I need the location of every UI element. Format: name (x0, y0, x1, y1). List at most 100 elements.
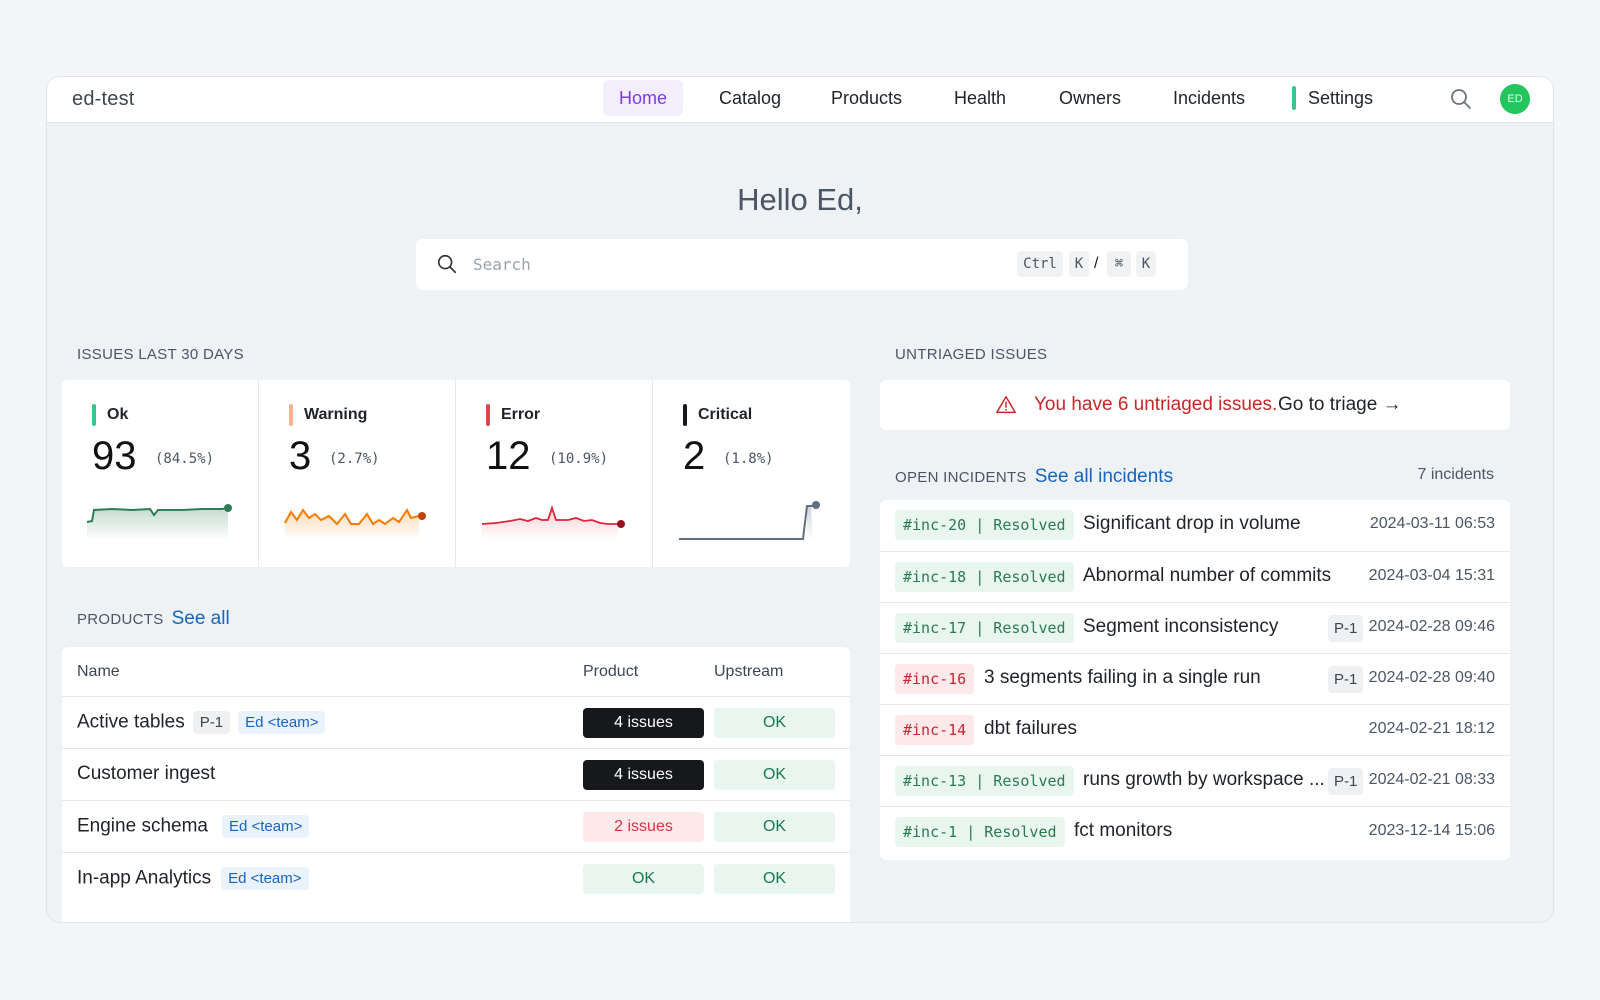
nav-settings[interactable]: Settings (1292, 80, 1389, 116)
warning-sparkline (284, 508, 426, 540)
incident-date: 2024-02-28 09:40 (1368, 669, 1495, 686)
incident-row[interactable]: #inc-14 dbt failures 2024-02-21 18:12 (880, 704, 1510, 755)
product-status[interactable]: OK (583, 864, 704, 894)
see-all-incidents-link[interactable]: See all incidents (1035, 466, 1173, 487)
untriaged-section-title: UNTRIAGED ISSUES (895, 346, 1048, 363)
incident-row[interactable]: #inc-1 | Resolved fct monitors 2023-12-1… (880, 806, 1510, 857)
incident-id-badge: #inc-13 | Resolved (895, 766, 1074, 796)
nav-owners[interactable]: Owners (1043, 80, 1137, 116)
stat-percent: (84.5%) (155, 451, 215, 467)
kbd-k: K (1069, 251, 1089, 277)
incident-id-badge: #inc-17 | Resolved (895, 613, 1074, 643)
stat-label: Warning (304, 406, 368, 423)
upstream-status[interactable]: OK (714, 864, 835, 894)
product-name-text: In-app Analytics (77, 867, 212, 889)
nav-settings-label: Settings (1308, 88, 1374, 108)
stat-count: 2 (683, 434, 706, 478)
products-see-all-link[interactable]: See all (172, 608, 230, 629)
incident-title: Abnormal number of commits (1083, 565, 1332, 586)
ok-indicator (92, 404, 96, 426)
column-upstream[interactable]: Upstream (714, 663, 783, 681)
team-badge[interactable]: Ed <team> (221, 867, 309, 890)
search-icon[interactable] (1449, 87, 1473, 111)
issues-section-title: ISSUES LAST 30 DAYS (77, 346, 244, 363)
warning-triangle-icon (996, 396, 1016, 414)
product-name: Engine schema Ed <team> (77, 815, 310, 838)
product-name: In-app Analytics Ed <team> (77, 867, 309, 890)
column-product[interactable]: Product (583, 663, 638, 681)
products-table: Name Product Upstream Active tables P-1 Ed… (62, 647, 850, 922)
incident-date: 2024-02-28 09:46 (1368, 618, 1495, 635)
incident-row[interactable]: #inc-17 | Resolved Segment inconsistency… (880, 602, 1510, 653)
kbd-k2: K (1136, 251, 1156, 277)
stat-error[interactable]: Error 12 (10.9%) (456, 380, 653, 567)
issue-stats: Ok 93 (84.5%) Warning 3 (2.7%) Error 12 … (62, 380, 850, 567)
table-row[interactable]: Active tables P-1 Ed <team> 4 issues OK (62, 696, 850, 748)
ok-sparkline (86, 504, 232, 540)
product-status[interactable]: 4 issues (583, 708, 704, 738)
table-row[interactable]: Customer ingest 4 issues OK (62, 748, 850, 800)
incident-title: 3 segments failing in a single run (984, 667, 1261, 688)
priority-badge: P-1 (1328, 768, 1364, 795)
nav-incidents[interactable]: Incidents (1157, 80, 1261, 116)
product-status[interactable]: 4 issues (583, 760, 704, 790)
team-badge[interactable]: Ed <team> (238, 711, 326, 734)
global-search[interactable]: Ctrl K / ⌘ K (416, 239, 1188, 290)
incident-title: fct monitors (1074, 820, 1173, 841)
incident-title: dbt failures (984, 718, 1077, 739)
stat-label: Critical (698, 406, 753, 423)
top-nav: ed-test Home Catalog Products Health Own… (47, 77, 1553, 123)
nav-products[interactable]: Products (815, 80, 918, 116)
nav-health[interactable]: Health (938, 80, 1022, 116)
product-name-text: Customer ingest (77, 763, 216, 784)
stat-count: 12 (486, 434, 531, 478)
incident-row[interactable]: #inc-20 | Resolved Significant drop in v… (880, 500, 1510, 551)
stat-percent: (1.8%) (723, 451, 774, 467)
upstream-status[interactable]: OK (714, 708, 835, 738)
incidents-section-title: OPEN INCIDENTS See all incidents (895, 466, 1173, 488)
error-sparkline (481, 505, 625, 540)
incident-row[interactable]: #inc-13 | Resolved runs growth by worksp… (880, 755, 1510, 806)
incident-date: 2024-03-11 06:53 (1369, 515, 1495, 532)
stat-critical[interactable]: Critical 2 (1.8%) (653, 380, 850, 567)
upstream-status[interactable]: OK (714, 812, 835, 842)
critical-sparkline (679, 501, 820, 540)
workspace-name[interactable]: ed-test (72, 88, 135, 111)
go-to-triage-link[interactable]: Go to triage → (1278, 394, 1402, 416)
critical-indicator (683, 404, 687, 426)
greeting: Hello Ed, (737, 182, 863, 217)
table-row[interactable]: Engine schema Ed <team> 2 issues OK (62, 800, 850, 852)
settings-indicator (1292, 86, 1296, 110)
stat-label: Ok (107, 406, 129, 423)
incident-id-badge: #inc-1 | Resolved (895, 817, 1065, 847)
product-name: Active tables P-1 Ed <team> (77, 711, 326, 734)
incident-date: 2023-12-14 15:06 (1368, 822, 1495, 839)
products-title: PRODUCTS (77, 611, 164, 628)
stat-warning[interactable]: Warning 3 (2.7%) (259, 380, 456, 567)
incident-row[interactable]: #inc-18 | Resolved Abnormal number of co… (880, 551, 1510, 602)
table-row[interactable]: In-app Analytics Ed <team> OK OK (62, 852, 850, 904)
nav-catalog[interactable]: Catalog (703, 80, 797, 116)
team-badge[interactable]: Ed <team> (221, 815, 310, 838)
incident-id-badge: #inc-20 | Resolved (895, 510, 1074, 540)
incident-row[interactable]: #inc-16 3 segments failing in a single r… (880, 653, 1510, 704)
incident-date: 2024-03-04 15:31 (1368, 567, 1495, 584)
search-input[interactable] (473, 250, 973, 278)
error-indicator (486, 404, 490, 426)
upstream-status[interactable]: OK (714, 760, 835, 790)
nav-home[interactable]: Home (603, 80, 684, 116)
column-name[interactable]: Name (77, 663, 120, 681)
stat-ok[interactable]: Ok 93 (84.5%) (62, 380, 259, 567)
user-avatar[interactable]: ED (1500, 84, 1530, 114)
product-name-text: Engine schema (77, 815, 208, 837)
kbd-separator: / (1094, 255, 1099, 272)
product-status[interactable]: 2 issues (583, 812, 704, 842)
kbd-cmd: ⌘ (1107, 251, 1131, 277)
stat-percent: (2.7%) (329, 451, 380, 467)
kbd-ctrl: Ctrl (1017, 251, 1063, 277)
app-window: ed-test Home Catalog Products Health Own… (46, 76, 1554, 923)
products-section-title: PRODUCTS See all (77, 608, 230, 630)
incident-date: 2024-02-21 08:33 (1368, 771, 1495, 788)
product-name-text: Active tables (77, 711, 185, 733)
product-name: Customer ingest (77, 763, 215, 785)
